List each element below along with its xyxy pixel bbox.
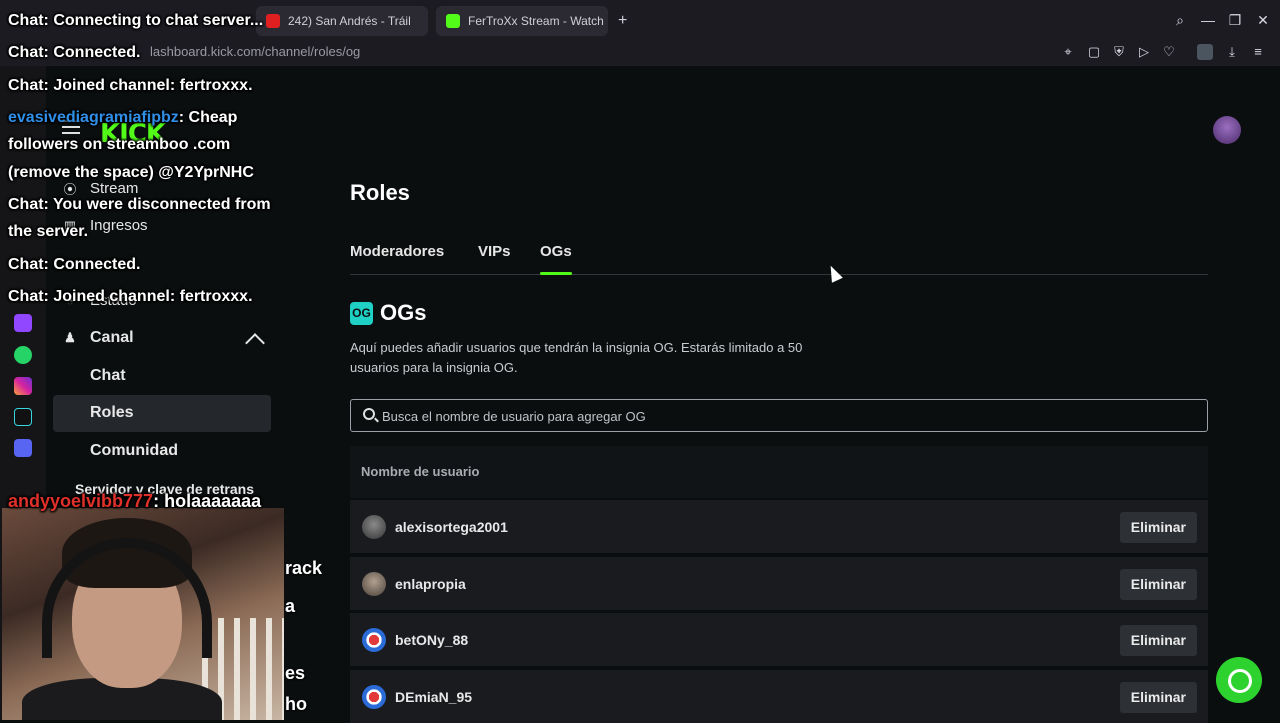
table-row: betONy_88 Eliminar	[350, 612, 1208, 666]
chat-line: (remove the space) @Y2YprNHC	[8, 164, 254, 181]
table-row: enlapropia Eliminar	[350, 556, 1208, 610]
search-icon	[363, 408, 375, 420]
username: DEmiaN_95	[395, 689, 473, 705]
column-header-username: Nombre de usuario	[361, 464, 480, 479]
chat-fragment: rack	[285, 558, 323, 578]
whatsapp-icon[interactable]	[14, 346, 32, 364]
chat-line: followers on streamboo .com	[8, 136, 231, 153]
play-icon[interactable]: ▷	[1136, 44, 1152, 60]
remove-button[interactable]: Eliminar	[1119, 512, 1197, 543]
chat-fragment: es	[285, 663, 306, 683]
section-description: Aquí puedes añadir usuarios que tendrán …	[350, 340, 803, 375]
browser-tab-kick[interactable]: FerTroXx Stream - Watch	[436, 6, 608, 36]
chat-line: Chat: Joined channel: fertroxxx.	[8, 77, 253, 94]
chat-line: the server.	[8, 223, 89, 240]
minimize-icon[interactable]: —	[1200, 12, 1216, 28]
chat-line: andyyoelvibb777: holaaaaaaa	[8, 491, 262, 511]
sidebar-sub-roles[interactable]: Roles	[90, 404, 134, 422]
chat-line: Chat: Connecting to chat server...	[8, 12, 264, 29]
kick-icon	[446, 14, 460, 28]
chat-line: Chat: Connected.	[8, 44, 141, 61]
youtube-icon	[266, 14, 280, 28]
remove-button[interactable]: Eliminar	[1119, 569, 1197, 600]
webcam-overlay	[2, 508, 284, 720]
remove-button[interactable]: Eliminar	[1119, 625, 1197, 656]
sidebar-sub-chat[interactable]: Chat	[90, 367, 126, 385]
profile-icon[interactable]	[1197, 44, 1213, 60]
tab-moderadores[interactable]: Moderadores	[350, 243, 444, 260]
og-badge-icon: OG	[350, 302, 373, 325]
tab-ogs[interactable]: OGs	[540, 243, 572, 260]
tiktok-icon[interactable]	[14, 408, 32, 426]
remove-button[interactable]: Eliminar	[1119, 682, 1197, 713]
table-header: Nombre de usuario	[350, 446, 1208, 498]
table-row: alexisortega2001 Eliminar	[350, 499, 1208, 553]
avatar	[362, 515, 386, 539]
active-tab-indicator	[540, 272, 572, 275]
support-chat-button[interactable]	[1216, 657, 1262, 703]
chat-line: Chat: You were disconnected from	[8, 196, 271, 213]
chat-username: evasivediagramiafipbz	[8, 109, 179, 126]
chat-line: evasivediagramiafipbz: Cheap	[8, 109, 238, 126]
heart-icon[interactable]: ♡	[1161, 44, 1177, 60]
chat-username: andyyoelvibb777	[8, 491, 154, 511]
avatar	[362, 685, 386, 709]
close-icon[interactable]: ✕	[1255, 12, 1271, 28]
restore-icon[interactable]: ❐	[1227, 12, 1243, 28]
avatar	[362, 628, 386, 652]
username: enlapropia	[395, 576, 466, 592]
chat-line: Chat: Connected.	[8, 256, 141, 273]
search-icon[interactable]: ⌕	[1172, 12, 1188, 28]
chat-fragment: ho	[285, 694, 307, 714]
pin-icon[interactable]: ⌖	[1060, 44, 1076, 60]
table-row: DEmiaN_95 Eliminar	[350, 669, 1208, 723]
tabs-divider	[350, 274, 1208, 275]
sidebar-item-canal[interactable]: ♟ Canal	[62, 329, 133, 347]
chat-fragment: a	[285, 596, 296, 616]
screenshot-icon[interactable]: ▢	[1086, 44, 1102, 60]
browser-tab-youtube[interactable]: 242) San Andrés - Tráil	[256, 6, 428, 36]
twitch-icon[interactable]	[14, 314, 32, 332]
instagram-icon[interactable]	[14, 377, 32, 395]
username: betONy_88	[395, 632, 469, 648]
avatar	[362, 572, 386, 596]
download-icon[interactable]: ⤓	[1224, 44, 1240, 60]
menu-icon[interactable]: ≡	[1250, 44, 1266, 60]
shield-icon[interactable]: ⛨	[1111, 44, 1127, 60]
user-avatar[interactable]	[1213, 116, 1241, 144]
username: alexisortega2001	[395, 519, 508, 535]
discord-icon[interactable]	[14, 439, 32, 457]
chat-line: Chat: Joined channel: fertroxxx.	[8, 288, 253, 305]
channel-icon: ♟	[64, 330, 76, 345]
tab-vips[interactable]: VIPs	[478, 243, 511, 260]
page-title: Roles	[350, 180, 410, 205]
search-input[interactable]	[382, 406, 1182, 426]
sidebar-sub-comunidad[interactable]: Comunidad	[90, 442, 178, 460]
search-field[interactable]	[350, 399, 1208, 432]
active-item-highlight	[53, 395, 271, 432]
new-tab-button[interactable]: +	[614, 6, 636, 36]
section-title: OGs	[380, 300, 427, 325]
url-text: lashboard.kick.com/channel/roles/og	[150, 44, 361, 59]
